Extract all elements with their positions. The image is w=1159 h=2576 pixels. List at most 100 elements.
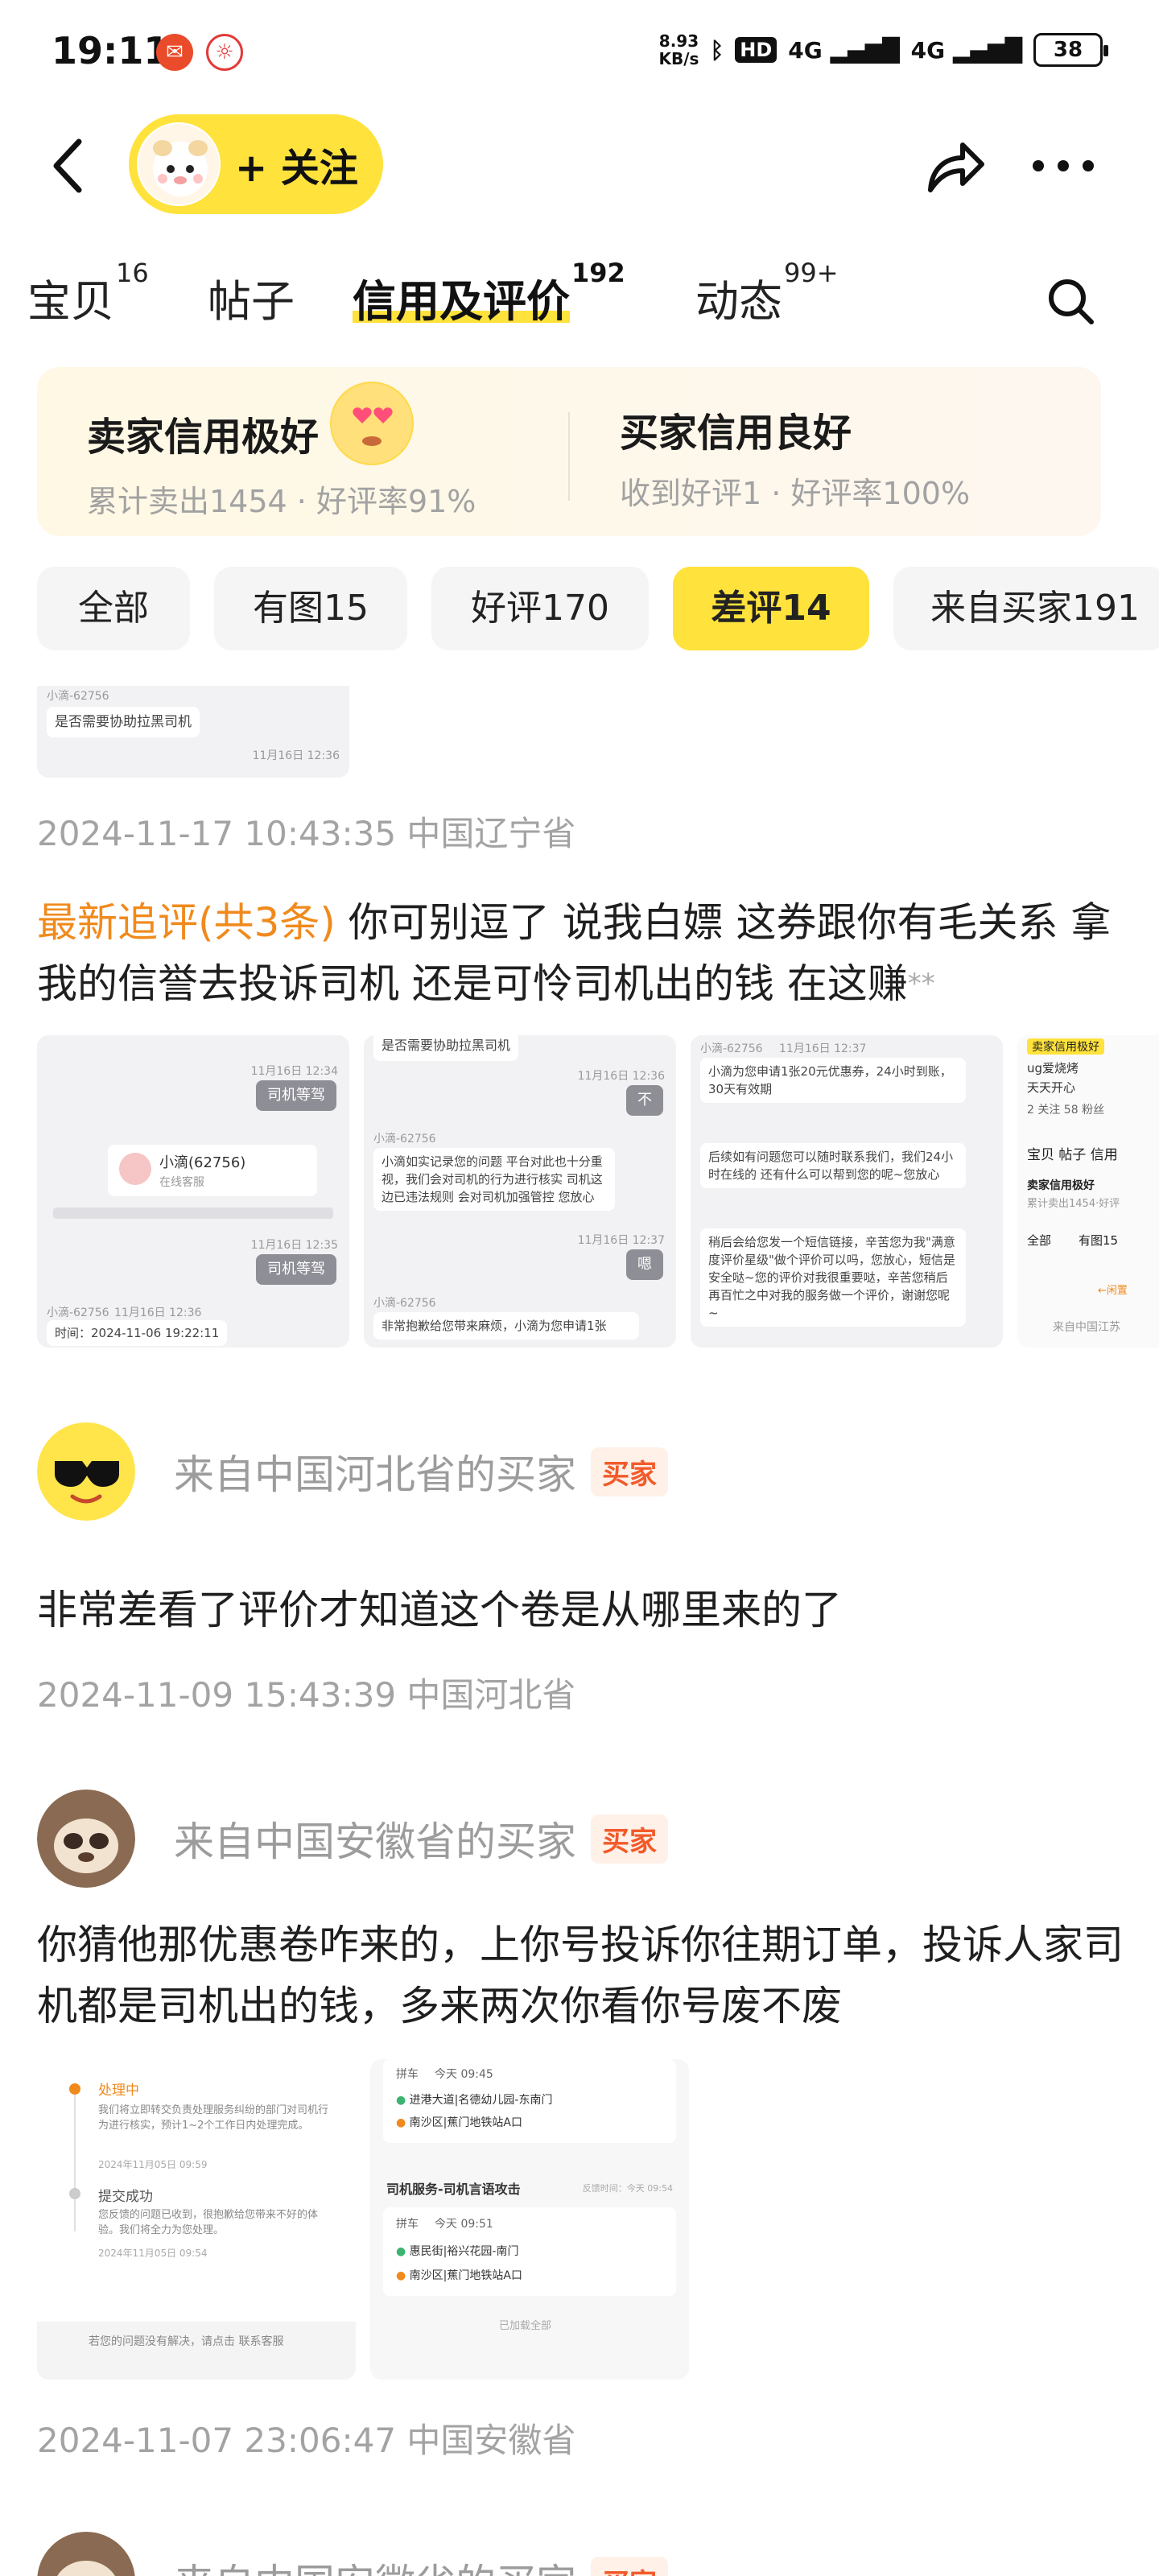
seller-credit: 卖家信用极好 累计卖出1454 · 好评率91% <box>87 382 476 521</box>
rb-foot: 已加载全部 <box>499 2320 552 2332</box>
review2-text: 你猜他那优惠卷咋来的，上你号投诉你往期订单，投诉人家司机都是司机出的钱，多来两次… <box>37 1922 1124 2029</box>
filter-from-buyers[interactable]: 来自买家191 <box>893 567 1159 650</box>
battery-icon: 38 <box>1033 33 1108 67</box>
tab-posts-label: 帖子 <box>208 276 295 327</box>
status-indicators: 8.93 KB/s ᛒ HD 4G ▂▄▆█ 4G ▂▄▆█ 38 <box>658 31 1108 68</box>
tab-activity-count: 99+ <box>784 258 839 288</box>
review0-image-3[interactable]: 小滴-62756 11月16日 12:37 小滴为您申请1张20元优惠券，24小… <box>691 1035 1003 1348</box>
review0-top-screenshot[interactable]: 小滴-62756 是否需要协助拉黑司机 11月16日 12:36 <box>37 686 349 778</box>
review0-image-1[interactable]: 11月16日 12:34 司机等驾 小滴(62756) 在线客服 11月16日 … <box>37 1035 349 1348</box>
review1-text: 非常差看了评价才知道这个卷是从哪里来的了 <box>37 1587 842 1633</box>
filter-positive[interactable]: 好评170 <box>431 567 649 650</box>
share-icon[interactable] <box>922 134 988 200</box>
s3-time: 11月16日 12:37 <box>779 1042 867 1055</box>
rb-from-dot: ● <box>396 2094 406 2107</box>
review1-header: 来自中国河北省的买家 买家 <box>37 1422 668 1521</box>
step-active-dot <box>69 2083 80 2095</box>
followup-label[interactable]: 最新追评(共3条) <box>37 899 336 946</box>
step-done-dot <box>69 2188 80 2199</box>
review0-timestamp: 2024-11-17 10:43:35 中国辽宁省 <box>37 814 576 853</box>
s4-l2: 天天开心 <box>1027 1080 1076 1095</box>
review0-image-2[interactable]: 是否需要协助拉黑司机 11月16日 12:36 不 小滴-62756 小滴如实记… <box>364 1035 676 1348</box>
filter-negative[interactable]: 差评14 <box>673 567 869 650</box>
buyer-credit-title: 买家信用良好 <box>620 411 852 456</box>
rb-title-time: 反馈时间：今天 09:54 <box>582 2183 673 2194</box>
tab-items-count: 16 <box>116 258 149 288</box>
ra-step2-desc: 您反馈的问题已收到，很抱歉给您带来不好的体验。我们将全力为您处理。 <box>98 2209 319 2236</box>
rb-trip2: 拼车 今天 09:51 ● 惠民街|裕兴花园-南门 ● 南沙区|蕉门地铁站A口 <box>383 2207 676 2296</box>
search-icon[interactable] <box>1043 274 1098 328</box>
s1-agent: 小滴-62756 <box>47 1307 109 1319</box>
notification-app-icon: ✉ <box>156 34 193 71</box>
rb-from-dot2: ● <box>396 2245 406 2258</box>
seller-credit-sub: 累计卖出1454 · 好评率91% <box>87 484 476 519</box>
ra-step2-time: 2024年11月05日 09:54 <box>98 2248 208 2259</box>
shot-meta: 小滴-62756 <box>47 690 109 703</box>
rb-to1: 南沙区|蕉门地铁站A口 <box>409 2116 522 2129</box>
signal-4g-1: 4G ▂▄▆█ <box>788 36 900 64</box>
tab-activity[interactable]: 动态99+ <box>695 258 839 329</box>
credit-divider <box>568 412 570 501</box>
s1-card: 小滴(62756) 在线客服 <box>108 1145 317 1196</box>
reviewer-name: 来自中国安徽省的买家 <box>174 2552 576 2576</box>
tab-activity-label: 动态 <box>695 276 782 327</box>
rb-to-dot: ● <box>396 2116 406 2129</box>
filter-all[interactable]: 全部 <box>37 567 190 650</box>
buyer-badge: 买家 <box>591 2556 668 2576</box>
s2-time2: 11月16日 12:37 <box>577 1234 665 1247</box>
review2-header: 来自中国安徽省的买家 买家 <box>37 1789 668 1889</box>
hd-badge: HD <box>735 37 777 63</box>
s4-l1: ug爱烧烤 <box>1027 1061 1079 1075</box>
s3-agent: 小滴-62756 <box>700 1042 763 1055</box>
network-speed-value: 8.93 <box>658 31 699 51</box>
s1-card-avatar <box>119 1153 151 1185</box>
review2-timestamp: 2024-11-07 23:06:47 中国安徽省 <box>37 2421 576 2460</box>
rb-time1: 今天 09:45 <box>435 2068 493 2081</box>
reviewer-avatar[interactable] <box>37 2532 135 2576</box>
s1-bubble1: 司机等驾 <box>256 1080 336 1111</box>
s4-c2: 累计卖出1454·好评 <box>1027 1198 1120 1210</box>
back-icon[interactable] <box>40 134 97 198</box>
filter-with-images[interactable]: 有图15 <box>214 567 407 650</box>
rb-to2: 南沙区|蕉门地铁站A口 <box>409 2269 522 2282</box>
s4-tabs: 宝贝 帖子 信用 <box>1027 1147 1118 1163</box>
review0-followup: 最新追评(共3条) 你可别逗了 说我白嫖 这券跟你有毛关系 拿我的信誉去投诉司机… <box>37 892 1124 1014</box>
status-time: 19:11 <box>52 29 170 72</box>
rb-from2: 惠民街|裕兴花园-南门 <box>409 2245 519 2258</box>
reviewer-name: 来自中国河北省的买家 <box>174 1451 576 1498</box>
rb-from1: 进港大道|名德幼儿园-东南门 <box>409 2094 553 2107</box>
ra-card: 处理中 我们将立即转交负责处理服务纠纷的部门对司机行为进行核实，预计1~2个工作… <box>37 2059 356 2322</box>
s2-bubble2: 嗯 <box>626 1249 663 1280</box>
more-icon[interactable] <box>1027 142 1099 190</box>
shop-avatar[interactable] <box>137 122 221 206</box>
review2-image-2[interactable]: 拼车 今天 09:45 ● 进港大道|名德幼儿园-东南门 ● 南沙区|蕉门地铁站… <box>370 2059 689 2380</box>
rb-tag2: 拼车 <box>396 2218 419 2231</box>
s1-card-name: 小滴(62756) <box>159 1154 246 1171</box>
rb-title: 司机服务-司机言语攻击 <box>386 2182 521 2197</box>
bluetooth-icon: ᛒ <box>710 36 724 64</box>
reviewer-avatar[interactable] <box>37 1790 135 1888</box>
s2-agent: 小滴-62756 <box>373 1133 436 1146</box>
tab-posts[interactable]: 帖子 <box>208 266 295 329</box>
tab-credit-reviews[interactable]: 信用及评价192 <box>353 258 625 329</box>
review0-image-4[interactable]: 卖家信用极好 ug爱烧烤 天天开心 2 关注 58 粉丝 宝贝 帖子 信用 卖家… <box>1017 1035 1159 1348</box>
rb-time2: 今天 09:51 <box>435 2218 493 2231</box>
reviewer-avatar[interactable] <box>37 1422 135 1521</box>
tab-items[interactable]: 宝贝16 <box>27 258 149 329</box>
ra-step1-time: 2024年11月05日 09:59 <box>98 2159 208 2170</box>
s1-bubble2: 司机等驾 <box>256 1254 336 1285</box>
signal-4g-2: 4G ▂▄▆█ <box>910 36 1022 64</box>
review2-image-1[interactable]: 处理中 我们将立即转交负责处理服务纠纷的部门对司机行为进行核实，预计1~2个工作… <box>37 2059 356 2380</box>
follow-button[interactable]: + 关注 <box>129 114 383 214</box>
net2-label: 4G <box>910 36 946 64</box>
s2-agent2: 小滴-62756 <box>373 1297 436 1310</box>
s2-msg2: 非常抱歉给您带来麻烦，小滴为您申请1张 <box>373 1312 639 1340</box>
s1-time-label: 时间：2024-11-06 19:22:11 <box>47 1320 228 1346</box>
credit-summary-card: 卖家信用极好 累计卖出1454 · 好评率91% 买家信用良好 收到好评1 · … <box>37 367 1101 536</box>
ra-step1-desc: 我们将立即转交负责处理服务纠纷的部门对司机行为进行核实，预计1~2个工作日内处理… <box>98 2104 329 2132</box>
s1-line <box>53 1208 333 1219</box>
buyer-badge: 买家 <box>591 1814 668 1864</box>
network-speed-unit: KB/s <box>658 49 699 68</box>
s2-bubble1: 不 <box>626 1085 663 1116</box>
filter-chips: 全部 有图15 好评170 差评14 来自买家191 <box>37 567 1159 650</box>
